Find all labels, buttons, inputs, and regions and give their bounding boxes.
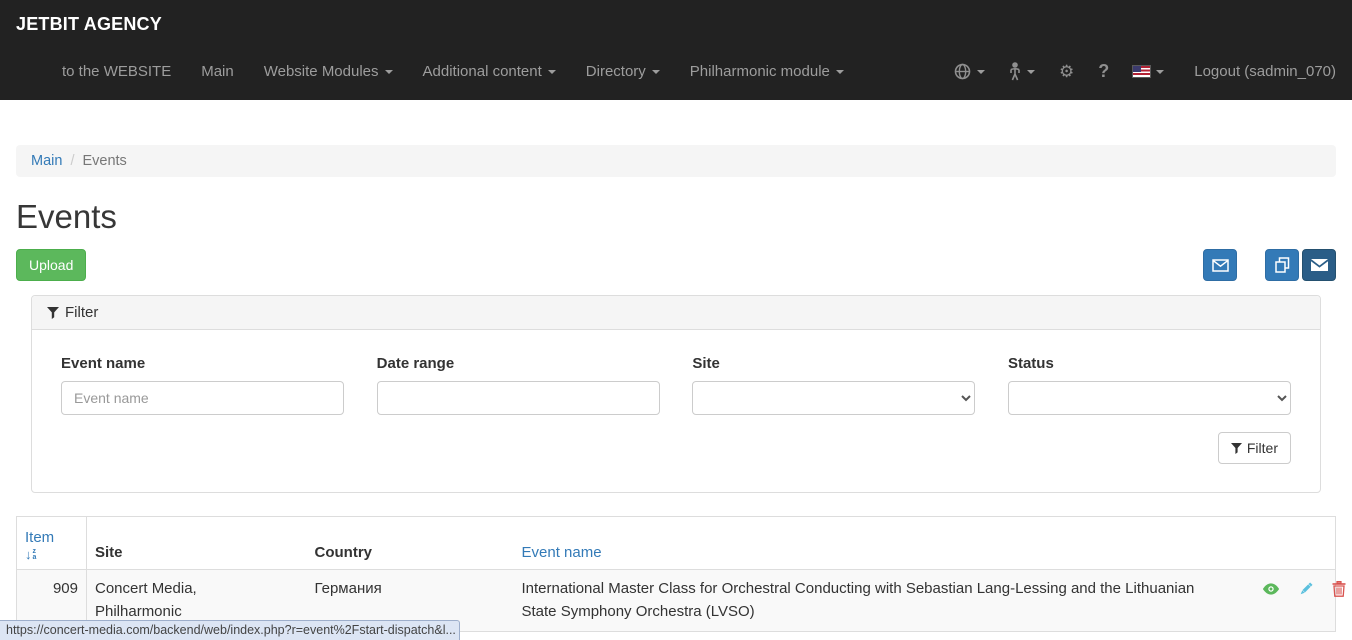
breadcrumb-current: Events	[82, 153, 126, 169]
sort-desc-icon: ↓ za	[25, 548, 78, 561]
toolbar: Upload	[16, 249, 1336, 281]
caret-down-icon	[1156, 70, 1164, 74]
site-label: Site	[692, 355, 975, 372]
breadcrumb-main-link[interactable]: Main	[31, 153, 62, 169]
upload-button[interactable]: Upload	[16, 249, 86, 281]
user-menu[interactable]	[997, 62, 1047, 81]
date-range-input[interactable]	[377, 381, 660, 415]
navbar-icon-cluster: ⚙ ? Logout (sadmin_070)	[942, 61, 1336, 82]
breadcrumb-separator: /	[62, 153, 82, 169]
filter-panel-title: Filter	[65, 304, 98, 321]
nav-directory[interactable]: Directory	[586, 63, 660, 80]
nav-additional-content[interactable]: Additional content	[423, 63, 556, 80]
cell-actions	[1240, 570, 1336, 632]
field-site: Site	[692, 355, 975, 415]
column-header-item: Item ↓ za	[17, 517, 87, 570]
site-select[interactable]	[692, 381, 975, 415]
brand-title: JETBIT AGENCY	[16, 0, 1336, 35]
delete-trash-icon[interactable]	[1332, 581, 1346, 597]
column-header-actions	[1240, 517, 1336, 570]
caret-down-icon	[977, 70, 985, 74]
us-flag-icon	[1133, 66, 1150, 77]
column-header-country: Country	[307, 517, 514, 570]
question-mark-icon: ?	[1098, 61, 1109, 82]
nav-to-the-website[interactable]: to the WEBSITE	[62, 63, 171, 80]
help-menu[interactable]: ?	[1086, 61, 1121, 82]
breadcrumb: Main / Events	[16, 145, 1336, 177]
cell-event-name: International Master Class for Orchestra…	[514, 570, 1240, 632]
envelope-outline-icon	[1212, 259, 1229, 272]
copy-button[interactable]	[1265, 249, 1299, 281]
event-name-label: Event name	[61, 355, 344, 372]
status-select[interactable]	[1008, 381, 1291, 415]
nav-philharmonic-module[interactable]: Philharmonic module	[690, 63, 844, 80]
top-navbar: JETBIT AGENCY to the WEBSITE Main Websit…	[0, 0, 1352, 100]
person-icon	[1009, 62, 1021, 81]
settings-menu[interactable]: ⚙	[1047, 63, 1086, 80]
filter-panel-header: Filter	[32, 296, 1320, 330]
mail-outline-button[interactable]	[1203, 249, 1237, 281]
field-status: Status	[1008, 355, 1291, 415]
caret-down-icon	[836, 70, 844, 74]
envelope-filled-icon	[1311, 259, 1328, 271]
language-globe-menu[interactable]	[942, 63, 997, 80]
status-label: Status	[1008, 355, 1291, 372]
sort-item-link[interactable]: Item	[25, 529, 54, 546]
page-title: Events	[16, 198, 1336, 236]
locale-flag-menu[interactable]	[1121, 66, 1176, 77]
field-date-range: Date range	[377, 355, 660, 415]
funnel-icon	[47, 307, 59, 319]
filter-panel-body: Event name Date range Site Status	[32, 330, 1320, 492]
toolbar-right-buttons	[1203, 249, 1336, 281]
main-nav: to the WEBSITE Main Website Modules Addi…	[16, 61, 1336, 82]
field-event-name: Event name	[61, 355, 344, 415]
nav-main[interactable]: Main	[201, 63, 234, 80]
edit-pencil-icon[interactable]	[1298, 581, 1314, 597]
copy-icon	[1275, 257, 1290, 273]
gear-icon: ⚙	[1059, 63, 1074, 80]
table-header-row: Item ↓ za Site Country Event name	[17, 517, 1336, 570]
events-table: Item ↓ za Site Country Event name 909 Co…	[16, 516, 1336, 632]
caret-down-icon	[548, 70, 556, 74]
event-name-input[interactable]	[61, 381, 344, 415]
column-header-site: Site	[87, 517, 307, 570]
column-header-event-name: Event name	[514, 517, 1240, 570]
caret-down-icon	[385, 70, 393, 74]
nav-website-modules[interactable]: Website Modules	[264, 63, 393, 80]
caret-down-icon	[1027, 70, 1035, 74]
logout-link[interactable]: Logout (sadmin_070)	[1176, 63, 1336, 80]
funnel-icon	[1231, 443, 1242, 454]
mail-filled-button[interactable]	[1302, 249, 1336, 281]
date-range-label: Date range	[377, 355, 660, 372]
caret-down-icon	[652, 70, 660, 74]
sort-event-name-link[interactable]: Event name	[522, 544, 602, 561]
filter-submit-button[interactable]: Filter	[1218, 432, 1291, 464]
globe-icon	[954, 63, 971, 80]
status-url-tooltip: https://concert-media.com/backend/web/in…	[0, 620, 460, 640]
view-eye-icon[interactable]	[1262, 582, 1280, 596]
filter-panel: Filter Event name Date range Site Status	[31, 295, 1321, 493]
